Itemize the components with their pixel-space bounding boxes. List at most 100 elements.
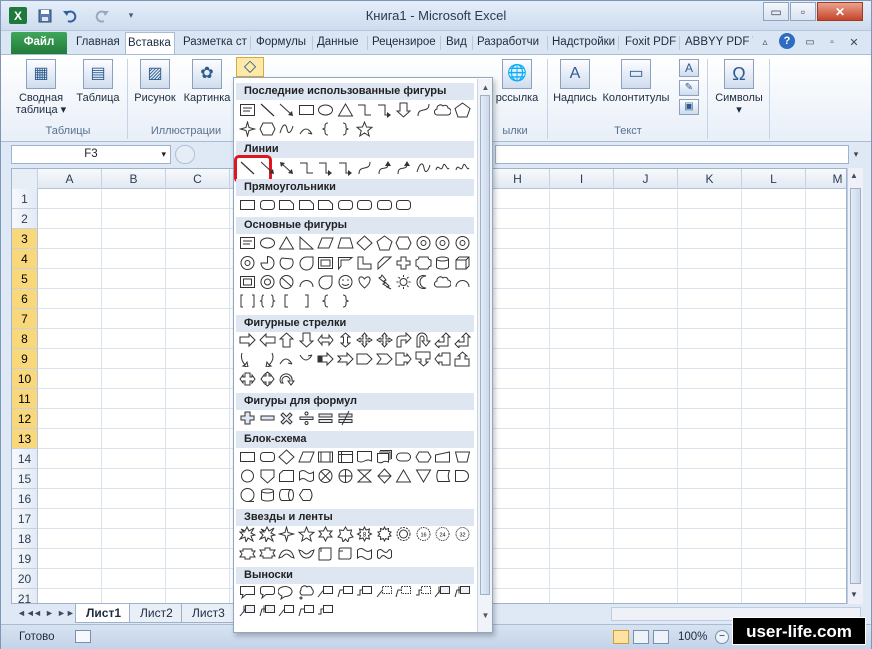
shape-fseq-icon[interactable] bbox=[239, 487, 256, 503]
shape-rbrack-icon[interactable] bbox=[298, 293, 315, 309]
row-header[interactable]: 18 bbox=[12, 529, 38, 549]
shape-rect-icon[interactable] bbox=[239, 197, 256, 213]
shape-curvedu-icon[interactable] bbox=[278, 351, 295, 367]
shape-noSym-icon[interactable] bbox=[278, 274, 295, 290]
shape-circarr-icon[interactable] bbox=[278, 371, 295, 387]
gallery-scroll-down-icon[interactable]: ▼ bbox=[478, 609, 493, 623]
shape-fmag-icon[interactable] bbox=[259, 487, 276, 503]
shape-para-icon[interactable] bbox=[317, 235, 334, 251]
shape-mmul-icon[interactable] bbox=[278, 410, 295, 426]
shape-cline2-icon[interactable] bbox=[298, 603, 315, 619]
shape-fsum-icon[interactable] bbox=[317, 468, 334, 484]
wordart-button[interactable]: A ✎ ▣ bbox=[677, 59, 701, 118]
shape-star4-icon[interactable] bbox=[278, 526, 295, 542]
shape-fmerge-icon[interactable] bbox=[415, 468, 432, 484]
shape-fdoc-icon[interactable] bbox=[356, 449, 373, 465]
shape-lrarr-icon[interactable] bbox=[317, 332, 334, 348]
shape-free-icon[interactable] bbox=[278, 121, 295, 137]
shape-cbcloud-icon[interactable] bbox=[298, 584, 315, 600]
shape-cline3-icon[interactable] bbox=[356, 584, 373, 600]
shape-diam-icon[interactable] bbox=[356, 235, 373, 251]
shape-lup-icon[interactable] bbox=[453, 332, 471, 348]
tab-developer[interactable]: Разработчи bbox=[475, 32, 545, 54]
shape-fextr-icon[interactable] bbox=[395, 468, 412, 484]
shape-rbrace-icon[interactable] bbox=[337, 121, 354, 137]
minimize-button[interactable]: ▭ bbox=[763, 2, 789, 21]
shape-foffp-icon[interactable] bbox=[259, 468, 276, 484]
symbols-button[interactable]: Ω Символы ▾ bbox=[711, 59, 767, 116]
shape-notched-icon[interactable] bbox=[336, 351, 354, 367]
maximize-button[interactable]: ▫ bbox=[790, 2, 816, 21]
shape-lbrace-icon[interactable] bbox=[317, 293, 334, 309]
row-header[interactable]: 15 bbox=[12, 469, 38, 489]
shape-cline2-icon[interactable] bbox=[337, 584, 354, 600]
shape-fdirect-icon[interactable] bbox=[278, 487, 295, 503]
shape-star16-icon[interactable]: 16 bbox=[415, 526, 432, 542]
shape-lup-icon[interactable] bbox=[434, 332, 451, 348]
shape-ribbonu-icon[interactable] bbox=[239, 546, 256, 562]
vertical-scrollbar[interactable]: ▲ ▼ bbox=[847, 168, 863, 604]
shape-cbrect-icon[interactable] bbox=[239, 584, 256, 600]
shape-uturn-icon[interactable] bbox=[415, 332, 432, 348]
row-header[interactable]: 14 bbox=[12, 449, 38, 469]
shape-fpredef-icon[interactable] bbox=[317, 449, 334, 465]
shape-text-icon[interactable] bbox=[239, 235, 256, 251]
shape-meq-icon[interactable] bbox=[317, 410, 334, 426]
shape-fmanop-icon[interactable] bbox=[454, 449, 471, 465]
shape-fdisp-icon[interactable] bbox=[298, 487, 315, 503]
header-footer-button[interactable]: ▭ Колонтитулы bbox=[601, 59, 671, 104]
shape-cloud-icon[interactable] bbox=[434, 274, 451, 290]
shape-scrollv-icon[interactable] bbox=[317, 546, 334, 562]
shape-star10-icon[interactable] bbox=[376, 526, 393, 542]
shape-elbowa-icon[interactable] bbox=[376, 102, 393, 118]
shape-callu-icon[interactable] bbox=[454, 351, 471, 367]
shape-text-icon[interactable] bbox=[239, 102, 256, 118]
shape-rect-icon[interactable] bbox=[239, 449, 256, 465]
shape-bent-icon[interactable] bbox=[395, 332, 412, 348]
shape-cline7-icon[interactable] bbox=[239, 603, 256, 619]
shape-line-icon[interactable] bbox=[234, 155, 272, 183]
row-header[interactable]: 3 bbox=[12, 229, 38, 249]
row-header[interactable]: 21 bbox=[12, 589, 38, 603]
shape-curvea-icon[interactable] bbox=[395, 160, 412, 176]
row-header[interactable]: 10 bbox=[12, 369, 38, 389]
close-button[interactable]: ✕ bbox=[817, 2, 863, 21]
shape-snip-icon[interactable] bbox=[278, 197, 295, 213]
shape-curvedd-icon[interactable] bbox=[298, 351, 315, 367]
shape-scrib-icon[interactable] bbox=[434, 160, 451, 176]
macro-record-icon[interactable] bbox=[75, 630, 91, 643]
row-header[interactable]: 8 bbox=[12, 329, 38, 349]
shape-quad-icon[interactable] bbox=[356, 332, 373, 348]
shape-donut-icon[interactable] bbox=[259, 274, 276, 290]
shape-mplus-icon[interactable] bbox=[239, 410, 256, 426]
shape-arc-icon[interactable] bbox=[298, 274, 315, 290]
shape-calllr-icon[interactable] bbox=[239, 371, 256, 387]
shape-scrib-icon[interactable] bbox=[454, 160, 471, 176]
tab-view[interactable]: Вид bbox=[444, 32, 470, 54]
shape-smile-icon[interactable] bbox=[337, 274, 354, 290]
shape-ribboncd-icon[interactable] bbox=[297, 546, 315, 562]
tab-review[interactable]: Рецензирое bbox=[370, 32, 438, 54]
shape-bevel-icon[interactable] bbox=[239, 274, 256, 290]
column-header[interactable]: B bbox=[102, 169, 166, 189]
gallery-scroll-up-icon[interactable]: ▲ bbox=[478, 81, 493, 95]
shape-diag-icon[interactable] bbox=[376, 255, 393, 271]
shape-udarr-icon[interactable] bbox=[337, 332, 354, 348]
tab-home[interactable]: Главная bbox=[74, 32, 122, 54]
shape-hex-icon[interactable] bbox=[395, 235, 412, 251]
shape-oval-icon[interactable] bbox=[259, 235, 276, 251]
doc-close-icon[interactable]: ✕ bbox=[847, 34, 861, 51]
shape-chev-icon[interactable] bbox=[375, 351, 393, 367]
sheet-tab-2[interactable]: Лист2 bbox=[129, 604, 184, 623]
shape-cline1-icon[interactable] bbox=[317, 584, 334, 600]
shape-cube-icon[interactable] bbox=[454, 255, 471, 271]
tab-abbyy-pdf[interactable]: ABBYY PDF T bbox=[683, 32, 753, 54]
shape-curvea-icon[interactable] bbox=[376, 160, 393, 176]
shape-cline3-icon[interactable] bbox=[317, 603, 334, 619]
shape-cline7-icon[interactable] bbox=[434, 584, 451, 600]
hyperlink-button[interactable]: 🌐 рссылка bbox=[489, 59, 545, 104]
column-header[interactable]: I bbox=[550, 169, 614, 189]
row-header[interactable]: 1 bbox=[12, 189, 38, 209]
shape-ftape-icon[interactable] bbox=[298, 468, 315, 484]
column-header[interactable]: J bbox=[614, 169, 678, 189]
